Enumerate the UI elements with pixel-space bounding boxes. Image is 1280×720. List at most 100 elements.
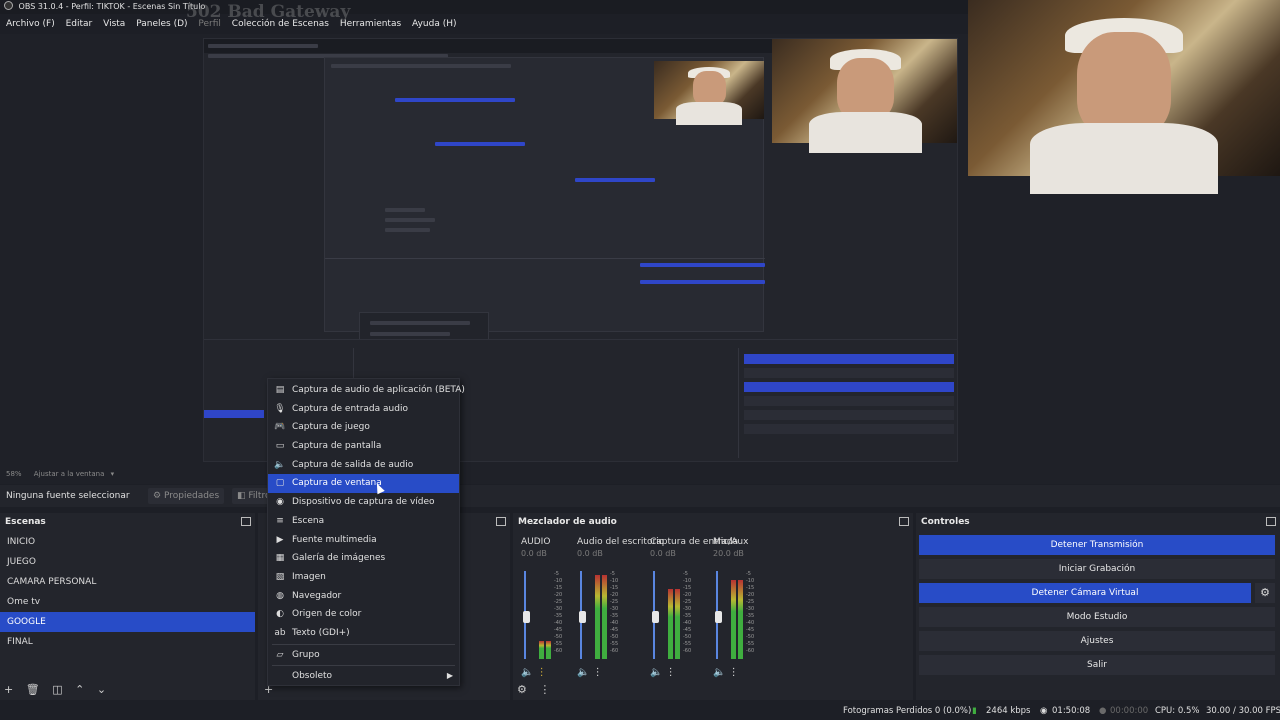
undock-icon[interactable] — [496, 517, 506, 526]
speaker-icon[interactable]: 🔈 ⋮ — [650, 667, 676, 678]
volume-slider[interactable] — [652, 571, 659, 659]
menu-item-browser[interactable]: ◍ Navegador — [268, 587, 459, 606]
settings-icon[interactable]: ⚙ — [517, 683, 527, 696]
scale-tick: -5 — [610, 571, 615, 577]
nested-webcam — [772, 39, 957, 154]
menu-item-image[interactable]: ▧ Imagen — [268, 568, 459, 587]
webcam-overlay — [968, 0, 1280, 194]
zoom-label: 58% — [6, 470, 22, 478]
volume-slider[interactable] — [523, 571, 530, 659]
scale-tick: -20 — [610, 592, 619, 598]
dropped-frames: Fotogramas Perdidos 0 (0.0%) — [843, 706, 972, 716]
volume-slider[interactable] — [715, 571, 722, 659]
scale-tick: -50 — [683, 634, 692, 640]
menu-paneles[interactable]: Paneles (D) — [136, 19, 187, 29]
slider-knob[interactable] — [579, 611, 586, 623]
chevron-down-icon[interactable]: ▾ — [111, 470, 115, 478]
menu-item-screen-capture[interactable]: ▭ Captura de pantalla — [268, 437, 459, 456]
scale-tick: -55 — [746, 641, 755, 647]
slider-knob[interactable] — [715, 611, 722, 623]
scene-item[interactable]: INICIO — [0, 532, 255, 552]
menu-ayuda[interactable]: Ayuda (H) — [412, 19, 456, 29]
channel-db: 0.0 dB — [577, 549, 603, 558]
window-title: OBS 31.0.4 - Perfil: TIKTOK - Escenas Si… — [18, 2, 206, 11]
speaker-icon[interactable]: 🔈 ⋮ — [521, 667, 547, 678]
scene-item[interactable]: CAMARA PERSONAL — [0, 572, 255, 592]
stop-virtual-camera-button[interactable]: Detener Cámara Virtual — [919, 583, 1251, 603]
scale-tick: -35 — [683, 613, 692, 619]
palette-icon: ◐ — [276, 609, 284, 620]
menu-item-audio-input-capture[interactable]: 🎙 Captura de entrada audio — [268, 400, 459, 419]
stop-stream-button[interactable]: Detener Transmisión — [919, 535, 1275, 555]
preview-canvas[interactable] — [0, 0, 1280, 484]
virtual-camera-settings-icon[interactable]: ⚙ — [1255, 583, 1275, 603]
scale-tick: -10 — [610, 578, 619, 584]
scale-tick: -35 — [610, 613, 619, 619]
folder-icon: ▱ — [276, 649, 284, 660]
scale-tick: -5 — [554, 571, 559, 577]
menu-vista[interactable]: Vista — [103, 19, 125, 29]
menu-item-text-gdi[interactable]: ab Texto (GDI+) — [268, 624, 459, 643]
menu-item-game-capture[interactable]: 🎮 Captura de juego — [268, 418, 459, 437]
undock-icon[interactable] — [899, 517, 909, 526]
menu-editar[interactable]: Editar — [66, 19, 93, 29]
studio-mode-button[interactable]: Modo Estudio — [919, 607, 1275, 627]
menu-item-image-slideshow[interactable]: ▦ Galería de imágenes — [268, 549, 459, 568]
menu-item-color-source[interactable]: ◐ Origen de color — [268, 605, 459, 624]
scale-tick: -55 — [554, 641, 563, 647]
menu-item-media-source[interactable]: ▶ Fuente multimedia — [268, 531, 459, 550]
undock-icon[interactable] — [241, 517, 251, 526]
menu-archivo[interactable]: Archivo (F) — [6, 19, 55, 29]
level-meter — [731, 571, 745, 659]
menu-item-deprecated[interactable]: Obsoleto ▶ — [268, 667, 459, 686]
arrow-up-icon[interactable]: ⌃ — [75, 683, 84, 696]
start-recording-button[interactable]: Iniciar Grabación — [919, 559, 1275, 579]
speaker-icon[interactable]: 🔈 ⋮ — [713, 667, 739, 678]
properties-button[interactable]: ⚙ Propiedades — [148, 488, 225, 504]
slider-knob[interactable] — [652, 611, 659, 623]
meter-bar-right — [738, 579, 743, 659]
speaker-icon[interactable]: 🔈 ⋮ — [577, 667, 603, 678]
scenes-footer: + 🗑 ◫ ⌃ ⌄ — [4, 683, 115, 696]
slider-knob[interactable] — [523, 611, 530, 623]
add-icon[interactable]: + — [4, 683, 13, 696]
scale-tick: -30 — [610, 606, 619, 612]
mixer-channel: Captura de entrada 0.0 dB -5 -10 -15 -20 -25… — [650, 537, 739, 687]
menu-item-window-capture[interactable]: ▢ Captura de ventana — [268, 474, 459, 494]
bitrate: 2464 kbps — [986, 706, 1031, 716]
meter-bar-right — [546, 641, 551, 659]
scene-item[interactable]: FINAL — [0, 632, 255, 652]
channel-name: Captura de entrada — [650, 537, 739, 547]
exit-button[interactable]: Salir — [919, 655, 1275, 675]
fit-label[interactable]: Ajustar a la ventana — [34, 470, 105, 478]
scale-tick: -40 — [610, 620, 619, 626]
chevron-right-icon: ▶ — [446, 671, 453, 681]
scale-tick: -50 — [554, 634, 563, 640]
menu-item-video-capture-device[interactable]: ◉ Dispositivo de captura de vídeo — [268, 493, 459, 512]
obs-logo-icon — [4, 1, 13, 10]
signal-icon: ▮ — [972, 706, 977, 716]
scale-tick: -50 — [610, 634, 619, 640]
scene-item-active[interactable]: GOOGLE — [0, 612, 255, 632]
preview-zoom-bar: 58% Ajustar a la ventana ▾ — [0, 466, 1160, 482]
arrow-down-icon[interactable]: ⌄ — [97, 683, 106, 696]
meter-bar-left — [731, 579, 736, 659]
menu-item-audio-output-capture[interactable]: 🔈 Captura de salida de audio — [268, 456, 459, 475]
trash-icon[interactable]: 🗑 — [26, 683, 40, 696]
scene-item[interactable]: Ome tv — [0, 592, 255, 612]
filter-icon[interactable]: ◫ — [52, 683, 62, 696]
add-source-context-menu: ▤ Captura de audio de aplicación (BETA) 🎙… — [267, 378, 465, 686]
scale-tick: -55 — [683, 641, 692, 647]
gamepad-icon: 🎮 — [274, 422, 286, 433]
settings-button[interactable]: Ajustes — [919, 631, 1275, 651]
meter-scale: -5 -10 -15 -20 -25 -30 -35 -40 -45 -50 -55 -60 — [554, 571, 562, 655]
meter-bar-right — [602, 575, 607, 659]
scene-item[interactable]: JUEGO — [0, 552, 255, 572]
channel-db: 0.0 dB — [650, 549, 676, 558]
undock-icon[interactable] — [1266, 517, 1276, 526]
menu-item-group[interactable]: ▱ Grupo — [268, 646, 459, 665]
volume-slider[interactable] — [579, 571, 586, 659]
menu-item-scene[interactable]: ≡ Escena — [268, 512, 459, 531]
menu-item-app-audio-capture[interactable]: ▤ Captura de audio de aplicación (BETA) — [268, 381, 465, 400]
more-icon[interactable]: ⋮ — [539, 683, 550, 696]
